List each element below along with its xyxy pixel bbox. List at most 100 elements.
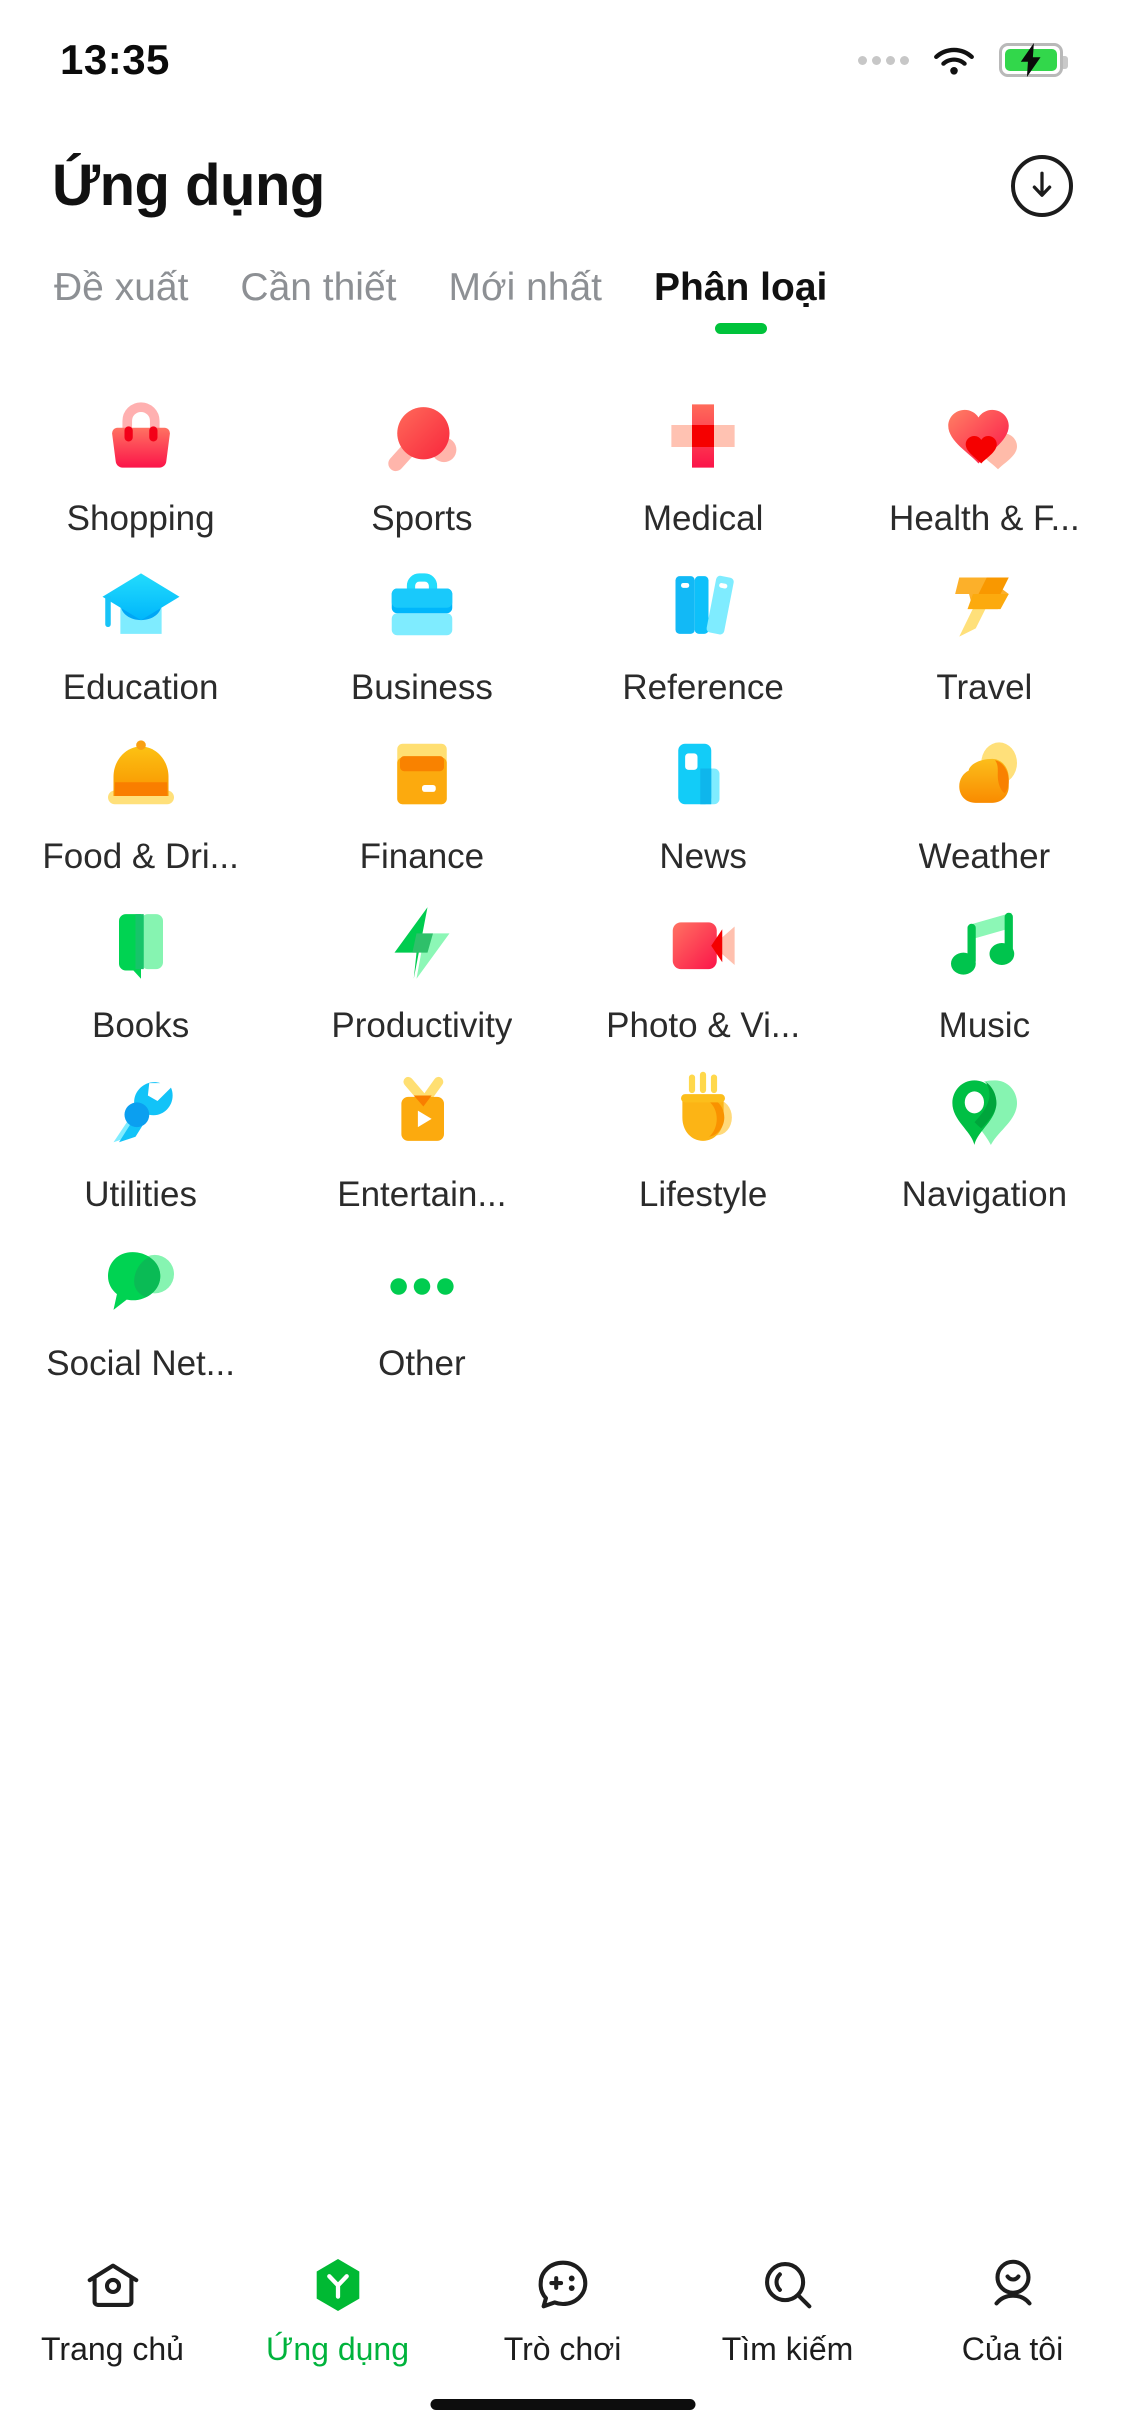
graduation-cap-icon xyxy=(93,557,189,653)
nav-label: Ứng dụng xyxy=(266,2331,409,2367)
tab-moi-nhat[interactable]: Mới nhất xyxy=(423,266,628,334)
download-arrow-icon xyxy=(1032,171,1052,197)
tab-underline-active xyxy=(714,322,767,334)
bolt-icon xyxy=(1020,43,1041,77)
category-label: Social Net... xyxy=(46,1343,235,1383)
category-item-utilities[interactable]: Utilities xyxy=(0,1054,281,1223)
tab-can-thiet[interactable]: Cần thiết xyxy=(214,266,422,334)
status-bar: 13:35 xyxy=(0,0,1125,120)
ping-pong-icon xyxy=(374,388,470,484)
search-icon xyxy=(757,2248,819,2322)
page-title: Ứng dụng xyxy=(52,153,325,218)
category-item-sports[interactable]: Sports xyxy=(281,378,562,547)
category-item-lifestyle[interactable]: Lifestyle xyxy=(563,1054,844,1223)
briefcase-icon xyxy=(374,557,470,653)
category-item-medical[interactable]: Medical xyxy=(563,378,844,547)
nav-item-tro-choi[interactable]: Trò chơi xyxy=(450,2248,675,2368)
category-label: Education xyxy=(62,667,219,707)
video-camera-icon xyxy=(655,895,751,991)
category-label: Medical xyxy=(642,498,764,538)
newspaper-icon xyxy=(655,726,751,822)
tab-label: Đề xuất xyxy=(54,266,189,309)
nav-item-trang-chu[interactable]: Trang chủ xyxy=(0,2248,225,2368)
tv-play-icon xyxy=(374,1064,470,1160)
category-item-photo-video[interactable]: Photo & Vi... xyxy=(563,885,844,1054)
category-item-books[interactable]: Books xyxy=(0,885,281,1054)
category-item-travel[interactable]: Travel xyxy=(844,547,1125,716)
category-label: Utilities xyxy=(84,1174,198,1214)
open-book-icon xyxy=(93,895,189,991)
category-grid: Shopping Sports Medical Health & F... Ed… xyxy=(0,378,1125,1392)
lightning-bolt-icon xyxy=(374,895,470,991)
category-item-other[interactable]: Other xyxy=(281,1223,562,1392)
status-time: 13:35 xyxy=(60,36,170,83)
category-label: Navigation xyxy=(901,1174,1068,1214)
nav-label: Trò chơi xyxy=(503,2331,622,2367)
tab-underline xyxy=(95,323,147,334)
tab-underline xyxy=(292,323,344,334)
category-label: Finance xyxy=(359,836,485,876)
map-pin-icon xyxy=(936,1064,1032,1160)
category-item-health-fitness[interactable]: Health & F... xyxy=(844,378,1125,547)
category-item-reference[interactable]: Reference xyxy=(563,547,844,716)
category-label: Books xyxy=(91,1005,190,1045)
category-label: Music xyxy=(938,1005,1031,1045)
apps-hex-icon xyxy=(307,2248,369,2322)
category-label: Productivity xyxy=(331,1005,513,1045)
tab-phan-loai[interactable]: Phân loại xyxy=(628,266,853,334)
nav-label: Tìm kiếm xyxy=(721,2331,854,2367)
tab-label: Cần thiết xyxy=(240,266,397,309)
category-label: Travel xyxy=(936,667,1033,707)
nav-item-ung-dung[interactable]: Ứng dụng xyxy=(225,2248,450,2368)
category-item-weather[interactable]: Weather xyxy=(844,716,1125,885)
category-label: Lifestyle xyxy=(638,1174,768,1214)
tab-underline xyxy=(499,323,551,334)
books-icon xyxy=(655,557,751,653)
coffee-cup-icon xyxy=(655,1064,751,1160)
chat-bubble-icon xyxy=(93,1233,189,1329)
category-label: Photo & Vi... xyxy=(606,1005,801,1045)
game-face-icon xyxy=(532,2248,594,2322)
nav-label: Của tôi xyxy=(961,2331,1064,2367)
signal-dots-icon xyxy=(858,55,909,65)
cloud-sun-icon xyxy=(936,726,1032,822)
category-label: News xyxy=(659,836,747,876)
category-label: Sports xyxy=(371,498,473,538)
category-item-food-drink[interactable]: Food & Dri... xyxy=(0,716,281,885)
airplane-icon xyxy=(936,557,1032,653)
credit-card-icon xyxy=(374,726,470,822)
category-label: Shopping xyxy=(66,498,215,538)
category-item-productivity[interactable]: Productivity xyxy=(281,885,562,1054)
category-item-news[interactable]: News xyxy=(563,716,844,885)
music-note-icon xyxy=(936,895,1032,991)
wrench-icon xyxy=(93,1064,189,1160)
category-item-business[interactable]: Business xyxy=(281,547,562,716)
home-icon xyxy=(82,2248,144,2322)
category-item-finance[interactable]: Finance xyxy=(281,716,562,885)
download-circle-icon[interactable] xyxy=(1011,155,1073,217)
category-item-social-network[interactable]: Social Net... xyxy=(0,1223,281,1392)
category-item-music[interactable]: Music xyxy=(844,885,1125,1054)
tab-de-xuat[interactable]: Đề xuất xyxy=(28,266,214,334)
category-label: Health & F... xyxy=(889,498,1080,538)
category-item-shopping[interactable]: Shopping xyxy=(0,378,281,547)
tab-label: Mới nhất xyxy=(448,266,602,309)
category-label: Business xyxy=(350,667,493,707)
category-item-entertainment[interactable]: Entertain... xyxy=(281,1054,562,1223)
category-label: Weather xyxy=(918,836,1051,876)
tab-label: Phân loại xyxy=(653,266,828,309)
shopping-bag-icon xyxy=(93,388,189,484)
profile-icon xyxy=(982,2248,1044,2322)
heart-icon xyxy=(936,388,1032,484)
category-label: Other xyxy=(378,1343,466,1383)
ellipsis-icon xyxy=(374,1233,470,1329)
nav-item-cua-toi[interactable]: Của tôi xyxy=(900,2248,1125,2368)
category-label: Food & Dri... xyxy=(42,836,239,876)
category-item-education[interactable]: Education xyxy=(0,547,281,716)
category-label: Reference xyxy=(622,667,784,707)
category-item-navigation[interactable]: Navigation xyxy=(844,1054,1125,1223)
status-indicators xyxy=(858,42,1068,78)
page-header: Ứng dụng xyxy=(0,120,1125,230)
nav-item-tim-kiem[interactable]: Tìm kiếm xyxy=(675,2248,900,2368)
medical-cross-icon xyxy=(655,388,751,484)
